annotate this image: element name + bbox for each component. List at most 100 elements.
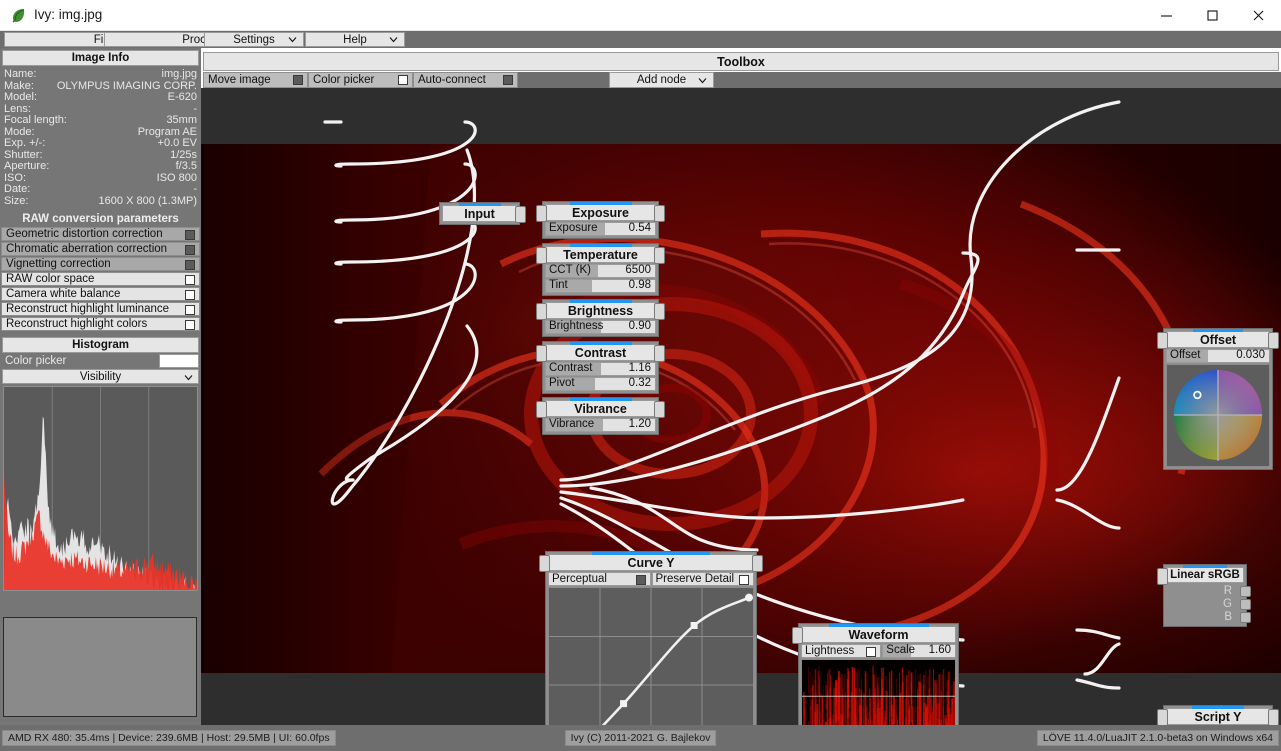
param-vibrance[interactable]: Vibrance 1.20 (545, 418, 656, 432)
node-port-out[interactable] (654, 205, 665, 222)
node-exposure[interactable]: Exposure Exposure 0.54 (536, 201, 665, 239)
curve-y-plot[interactable] (548, 587, 754, 725)
color-picker-row[interactable]: Color picker (2, 354, 199, 368)
checkbox-icon[interactable] (185, 230, 195, 240)
raw-param-highlight-colors[interactable]: Reconstruct highlight colors (1, 317, 200, 331)
node-port-out[interactable] (654, 247, 665, 264)
tool-auto-connect[interactable]: Auto-connect (413, 72, 518, 88)
param-cct[interactable]: CCT (K) 6500 (545, 264, 656, 278)
param-value: 0.030 (1236, 349, 1265, 361)
node-port-in[interactable] (1157, 332, 1168, 349)
node-temperature[interactable]: Temperature CCT (K) 6500 Tint 0.98 (536, 243, 665, 296)
checkbox-icon[interactable] (293, 75, 303, 85)
raw-param-geometric-distortion[interactable]: Geometric distortion correction (1, 227, 200, 241)
node-port-out[interactable] (1268, 332, 1279, 349)
color-picker-swatch[interactable] (159, 354, 199, 368)
checkbox-icon[interactable] (185, 260, 195, 270)
histogram-panel-header: Histogram (2, 337, 199, 353)
node-port-in[interactable] (1157, 568, 1168, 585)
minimize-button[interactable] (1143, 0, 1189, 31)
node-port-out-g[interactable] (1240, 599, 1251, 610)
param-tint[interactable]: Tint 0.98 (545, 279, 656, 293)
node-port-out[interactable] (654, 345, 665, 362)
close-button[interactable] (1235, 0, 1281, 31)
checkbox-icon[interactable] (866, 647, 877, 657)
raw-param-label: Geometric distortion correction (6, 228, 163, 240)
info-key: Name: (4, 68, 37, 80)
node-port-in[interactable] (539, 555, 550, 572)
node-port-in[interactable] (792, 627, 803, 644)
param-label: Scale (886, 644, 916, 656)
node-port-out[interactable] (654, 401, 665, 418)
node-port-in[interactable] (536, 205, 547, 222)
info-key: Lens: (4, 102, 31, 115)
waveform-option-label: Lightness (805, 645, 855, 657)
raw-param-camera-white-balance[interactable]: Camera white balance (1, 287, 200, 301)
waveform-param-scale[interactable]: Scale 1.60 (882, 644, 956, 658)
channel-g-label: G (1223, 598, 1232, 610)
waveform-option-lightness[interactable]: Lightness (801, 644, 882, 658)
menu-help[interactable]: Help (305, 32, 405, 47)
node-port-out[interactable] (515, 206, 526, 223)
checkbox-icon[interactable] (185, 245, 195, 255)
node-port-in[interactable] (536, 345, 547, 362)
node-port-out-b[interactable] (1240, 612, 1251, 623)
info-key: Size: (4, 194, 29, 207)
checkbox-icon[interactable] (185, 320, 195, 330)
info-value: Program AE (137, 125, 197, 138)
node-linear-srgb[interactable]: Linear sRGB R G B (1157, 564, 1251, 627)
node-port-out-r[interactable] (1240, 586, 1251, 597)
histogram-visibility-select[interactable]: Visibility (2, 369, 199, 384)
param-exposure[interactable]: Exposure 0.54 (545, 222, 656, 236)
checkbox-icon[interactable] (398, 75, 408, 85)
window-title: Ivy: img.jpg (34, 7, 103, 22)
node-script-y[interactable]: Script Y x*2-1 (1157, 705, 1279, 725)
checkbox-icon[interactable] (739, 575, 749, 585)
param-brightness[interactable]: Brightness 0.90 (545, 320, 656, 334)
node-input[interactable]: Input (439, 202, 526, 225)
param-label: Tint (549, 279, 568, 291)
checkbox-icon[interactable] (185, 305, 195, 315)
node-port-out[interactable] (654, 303, 665, 320)
node-port-in[interactable] (536, 247, 547, 264)
maximize-button[interactable] (1189, 0, 1235, 31)
tool-move-image-label: Move image (208, 74, 271, 86)
node-port-out[interactable] (752, 555, 763, 572)
raw-param-raw-color-space[interactable]: RAW color space (1, 272, 200, 286)
checkbox-icon[interactable] (185, 275, 195, 285)
menu-settings[interactable]: Settings (204, 32, 304, 47)
node-brightness[interactable]: Brightness Brightness 0.90 (536, 299, 665, 337)
checkbox-icon[interactable] (185, 290, 195, 300)
param-offset[interactable]: Offset 0.030 (1166, 349, 1270, 363)
node-waveform[interactable]: Waveform Lightness Scale 1.60 (792, 623, 959, 725)
param-label: Exposure (549, 222, 598, 234)
node-curve-y[interactable]: Curve Y Perceptual Preserve Detail Linea… (539, 551, 763, 725)
color-picker-label: Color picker (5, 355, 67, 367)
raw-param-highlight-luminance[interactable]: Reconstruct highlight luminance (1, 302, 200, 316)
node-graph-canvas[interactable]: Input Exposure Exposure 0.54 Temperature… (201, 88, 1281, 725)
checkbox-icon[interactable] (635, 575, 646, 585)
checkbox-icon[interactable] (503, 75, 513, 85)
node-contrast[interactable]: Contrast Contrast 1.16 Pivot 0.32 (536, 341, 665, 394)
raw-param-vignetting[interactable]: Vignetting correction (1, 257, 200, 271)
add-node-select[interactable]: Add node (609, 72, 714, 88)
node-port-in[interactable] (1157, 709, 1168, 725)
tool-color-picker[interactable]: Color picker (308, 72, 413, 88)
param-pivot[interactable]: Pivot 0.32 (545, 377, 656, 391)
node-offset[interactable]: Offset Offset 0.030 (1157, 328, 1279, 470)
node-port-out[interactable] (1268, 709, 1279, 725)
curve-option-perceptual[interactable]: Perceptual (548, 572, 651, 586)
info-key: Shutter: (4, 148, 43, 161)
curve-option-preserve-detail[interactable]: Preserve Detail (651, 572, 754, 586)
raw-param-chromatic-aberration[interactable]: Chromatic aberration correction (1, 242, 200, 256)
node-port-in[interactable] (536, 401, 547, 418)
node-port-in[interactable] (536, 303, 547, 320)
waveform-plot (801, 659, 956, 725)
ivy-leaf-icon (10, 7, 27, 24)
info-value: f/3.5 (175, 160, 197, 172)
offset-color-wheel[interactable] (1166, 364, 1270, 467)
node-vibrance-title: Vibrance (545, 400, 656, 417)
node-vibrance[interactable]: Vibrance Vibrance 1.20 (536, 397, 665, 435)
tool-move-image[interactable]: Move image (203, 72, 308, 88)
param-contrast[interactable]: Contrast 1.16 (545, 362, 656, 376)
